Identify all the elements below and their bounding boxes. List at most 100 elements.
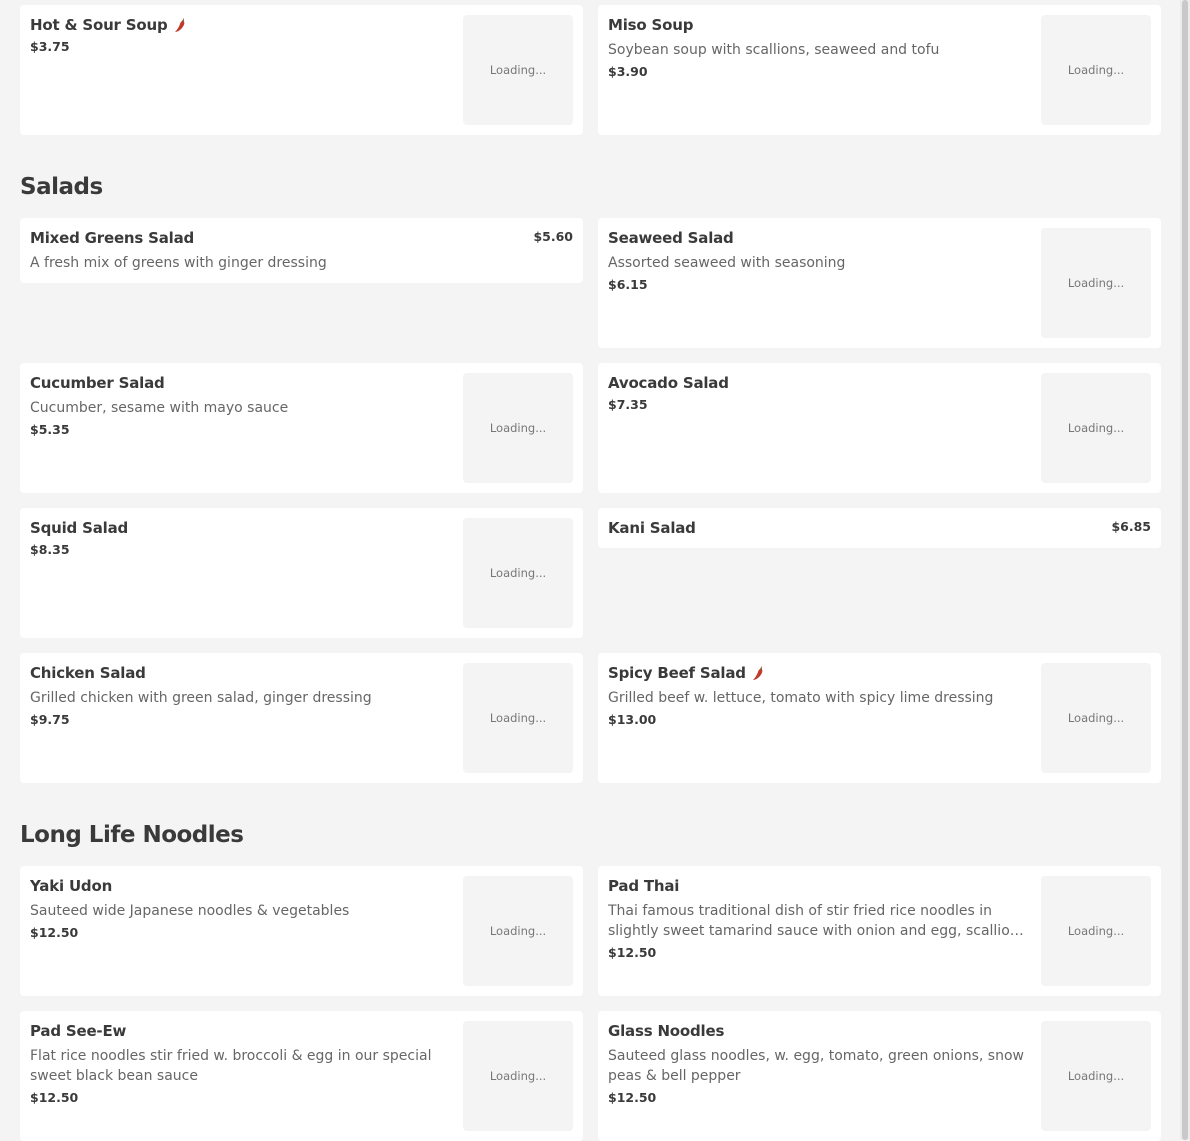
menu-item-price: $13.00 — [608, 712, 657, 727]
menu-item-text: Avocado Salad $7.35 — [608, 373, 1031, 412]
menu-item-name-row: Seaweed Salad — [608, 228, 1031, 248]
menu-item-price: $5.60 — [533, 229, 573, 244]
menu-item-price: $7.35 — [608, 397, 648, 412]
menu-item-card[interactable]: Squid Salad $8.35 Loading... — [20, 508, 583, 638]
menu-item-description: Flat rice noodles stir fried w. broccoli… — [30, 1048, 432, 1084]
menu-item-name-row: Avocado Salad — [608, 373, 1031, 393]
menu-item-price: $8.35 — [30, 542, 70, 557]
menu-item-price: $9.75 — [30, 712, 70, 727]
scrollbar[interactable] — [1180, 0, 1190, 1140]
loading-text: Loading... — [1067, 711, 1125, 725]
menu-item-description: Thai famous traditional dish of stir fri… — [608, 903, 1024, 939]
menu-item-text: Pad Thai Thai famous traditional dish of … — [608, 876, 1031, 960]
menu-item-name: Chicken Salad — [30, 664, 146, 682]
menu-item-name: Hot & Sour Soup — [30, 16, 168, 34]
menu-item-description: Grilled chicken with green salad, ginger… — [30, 690, 372, 706]
menu-item-text: Mixed Greens Salad A fresh mix of greens … — [30, 228, 493, 273]
menu-item-price: $12.50 — [30, 925, 79, 940]
menu-item-name-row: Cucumber Salad — [30, 373, 453, 393]
menu-item-name: Kani Salad — [608, 519, 696, 537]
loading-text: Loading... — [489, 63, 547, 77]
menu-item-image-placeholder[interactable]: Loading... — [1041, 1021, 1151, 1131]
menu-item-image-placeholder[interactable]: Loading... — [463, 663, 573, 773]
loading-text: Loading... — [1067, 63, 1125, 77]
menu-item-name: Miso Soup — [608, 16, 694, 34]
menu-item-name: Mixed Greens Salad — [30, 229, 195, 247]
chili-pepper-icon — [174, 17, 186, 33]
menu-item-text: Seaweed Salad Assorted seaweed with seaso… — [608, 228, 1031, 292]
menu-item-card[interactable]: Pad Thai Thai famous traditional dish of … — [598, 866, 1161, 996]
menu-item-image-placeholder[interactable]: Loading... — [1041, 876, 1151, 986]
menu-item-text: Cucumber Salad Cucumber, sesame with mayo… — [30, 373, 453, 437]
menu-item-price: $6.15 — [608, 277, 648, 292]
menu-item-card[interactable]: Pad See-Ew Flat rice noodles stir fried w… — [20, 1011, 583, 1141]
menu-item-description: Assorted seaweed with seasoning — [608, 255, 846, 271]
menu-item-text: Hot & Sour Soup $3.75 — [30, 15, 453, 54]
menu-item-card[interactable]: Seaweed Salad Assorted seaweed with seaso… — [598, 218, 1161, 348]
loading-text: Loading... — [489, 711, 547, 725]
menu-item-price: $12.50 — [608, 945, 657, 960]
menu-item-image-placeholder[interactable]: Loading... — [1041, 228, 1151, 338]
menu-item-price: $12.50 — [30, 1090, 79, 1105]
menu-item-description: A fresh mix of greens with ginger dressi… — [30, 255, 327, 271]
menu-item-name: Yaki Udon — [30, 877, 113, 895]
menu-item-name: Avocado Salad — [608, 374, 729, 392]
loading-text: Loading... — [489, 566, 547, 580]
menu-item-image-placeholder[interactable]: Loading... — [1041, 663, 1151, 773]
menu-item-price: $3.75 — [30, 39, 70, 54]
menu-item-name: Glass Noodles — [608, 1022, 725, 1040]
loading-text: Loading... — [1067, 276, 1125, 290]
menu-item-image-placeholder[interactable]: Loading... — [463, 876, 573, 986]
menu-item-name-row: Miso Soup — [608, 15, 1031, 35]
menu-item-image-placeholder[interactable]: Loading... — [463, 373, 573, 483]
menu-item-description: Grilled beef w. lettuce, tomato with spi… — [608, 690, 994, 706]
menu-item-card[interactable]: Mixed Greens Salad A fresh mix of greens … — [20, 218, 583, 283]
menu-item-name: Pad Thai — [608, 877, 680, 895]
section-title: Salads — [20, 174, 103, 200]
menu-item-name-row: Yaki Udon — [30, 876, 453, 896]
menu-item-image-placeholder[interactable]: Loading... — [463, 518, 573, 628]
loading-text: Loading... — [1067, 1069, 1125, 1083]
menu-item-image-placeholder[interactable]: Loading... — [463, 15, 573, 125]
menu-item-name-row: Hot & Sour Soup — [30, 15, 453, 35]
loading-text: Loading... — [489, 421, 547, 435]
menu-item-card[interactable]: Miso Soup Soybean soup with scallions, se… — [598, 5, 1161, 135]
menu-item-name-row: Squid Salad — [30, 518, 453, 538]
menu-item-price: $5.35 — [30, 422, 70, 437]
scrollbar-thumb[interactable] — [1182, 0, 1188, 1140]
menu-item-text: Miso Soup Soybean soup with scallions, se… — [608, 15, 1031, 79]
menu-item-name: Pad See-Ew — [30, 1022, 127, 1040]
menu-item-text: Chicken Salad Grilled chicken with green … — [30, 663, 453, 727]
menu-item-name-row: Pad Thai — [608, 876, 1031, 896]
menu-item-card[interactable]: Yaki Udon Sauteed wide Japanese noodles &… — [20, 866, 583, 996]
section-title: Long Life Noodles — [20, 822, 244, 848]
loading-text: Loading... — [489, 1069, 547, 1083]
menu-item-description: Cucumber, sesame with mayo sauce — [30, 400, 289, 416]
menu-item-name-row: Spicy Beef Salad — [608, 663, 1031, 683]
menu-item-name: Seaweed Salad — [608, 229, 734, 247]
menu-item-text: Kani Salad — [608, 518, 1071, 538]
menu-item-name: Squid Salad — [30, 519, 129, 537]
menu-item-name: Cucumber Salad — [30, 374, 165, 392]
menu-item-name-row: Kani Salad — [608, 518, 1071, 538]
menu-item-card[interactable]: Spicy Beef Salad Grilled beef w. lettuce,… — [598, 653, 1161, 783]
menu-item-card[interactable]: Glass Noodles Sauteed glass noodles, w. e… — [598, 1011, 1161, 1141]
menu-item-image-placeholder[interactable]: Loading... — [1041, 15, 1151, 125]
menu-item-name-row: Glass Noodles — [608, 1021, 1031, 1041]
loading-text: Loading... — [1067, 421, 1125, 435]
menu-item-card[interactable]: Kani Salad $6.85 — [598, 508, 1161, 548]
menu-item-name-row: Pad See-Ew — [30, 1021, 453, 1041]
loading-text: Loading... — [1067, 924, 1125, 938]
menu-item-description: Soybean soup with scallions, seaweed and… — [608, 42, 940, 58]
menu-item-card[interactable]: Avocado Salad $7.35 Loading... — [598, 363, 1161, 493]
menu-item-text: Yaki Udon Sauteed wide Japanese noodles &… — [30, 876, 453, 940]
menu-item-card[interactable]: Hot & Sour Soup $3.75 Loading... — [20, 5, 583, 135]
menu-item-card[interactable]: Chicken Salad Grilled chicken with green … — [20, 653, 583, 783]
menu-item-card[interactable]: Cucumber Salad Cucumber, sesame with mayo… — [20, 363, 583, 493]
menu-item-image-placeholder[interactable]: Loading... — [1041, 373, 1151, 483]
menu-item-image-placeholder[interactable]: Loading... — [463, 1021, 573, 1131]
menu-item-name-row: Mixed Greens Salad — [30, 228, 493, 248]
menu-item-text: Pad See-Ew Flat rice noodles stir fried w… — [30, 1021, 453, 1105]
menu-item-price: $12.50 — [608, 1090, 657, 1105]
menu-item-text: Glass Noodles Sauteed glass noodles, w. e… — [608, 1021, 1031, 1105]
